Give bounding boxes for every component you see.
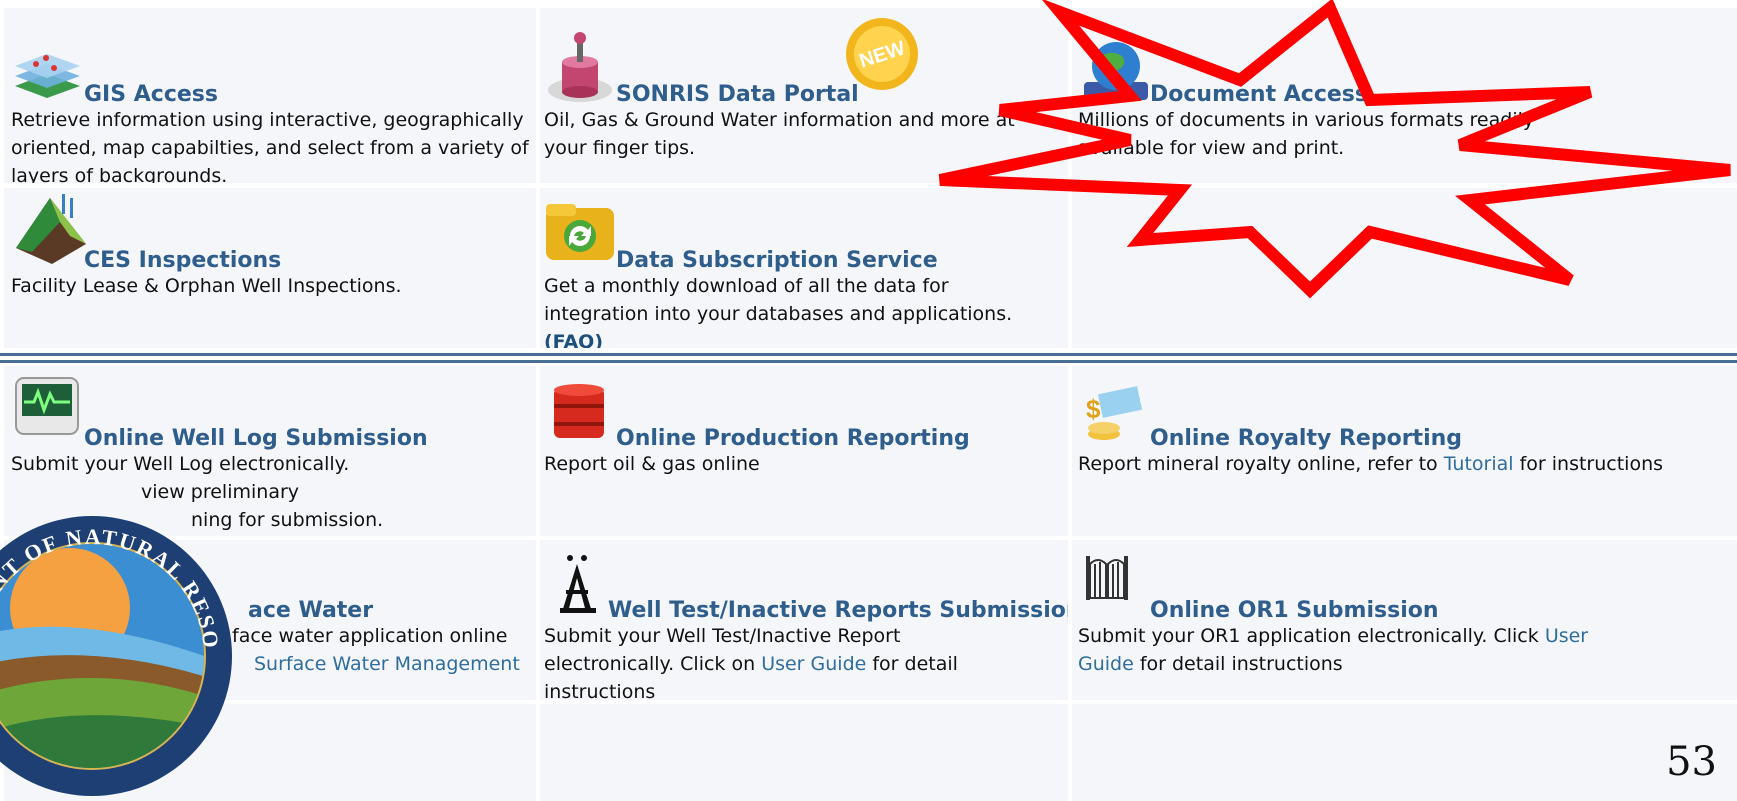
page-number: 53 — [1666, 739, 1717, 785]
starburst-annotation — [938, 0, 1731, 299]
department-seal-logo: MENT OF NATURAL RESOURCES — [0, 468, 232, 796]
